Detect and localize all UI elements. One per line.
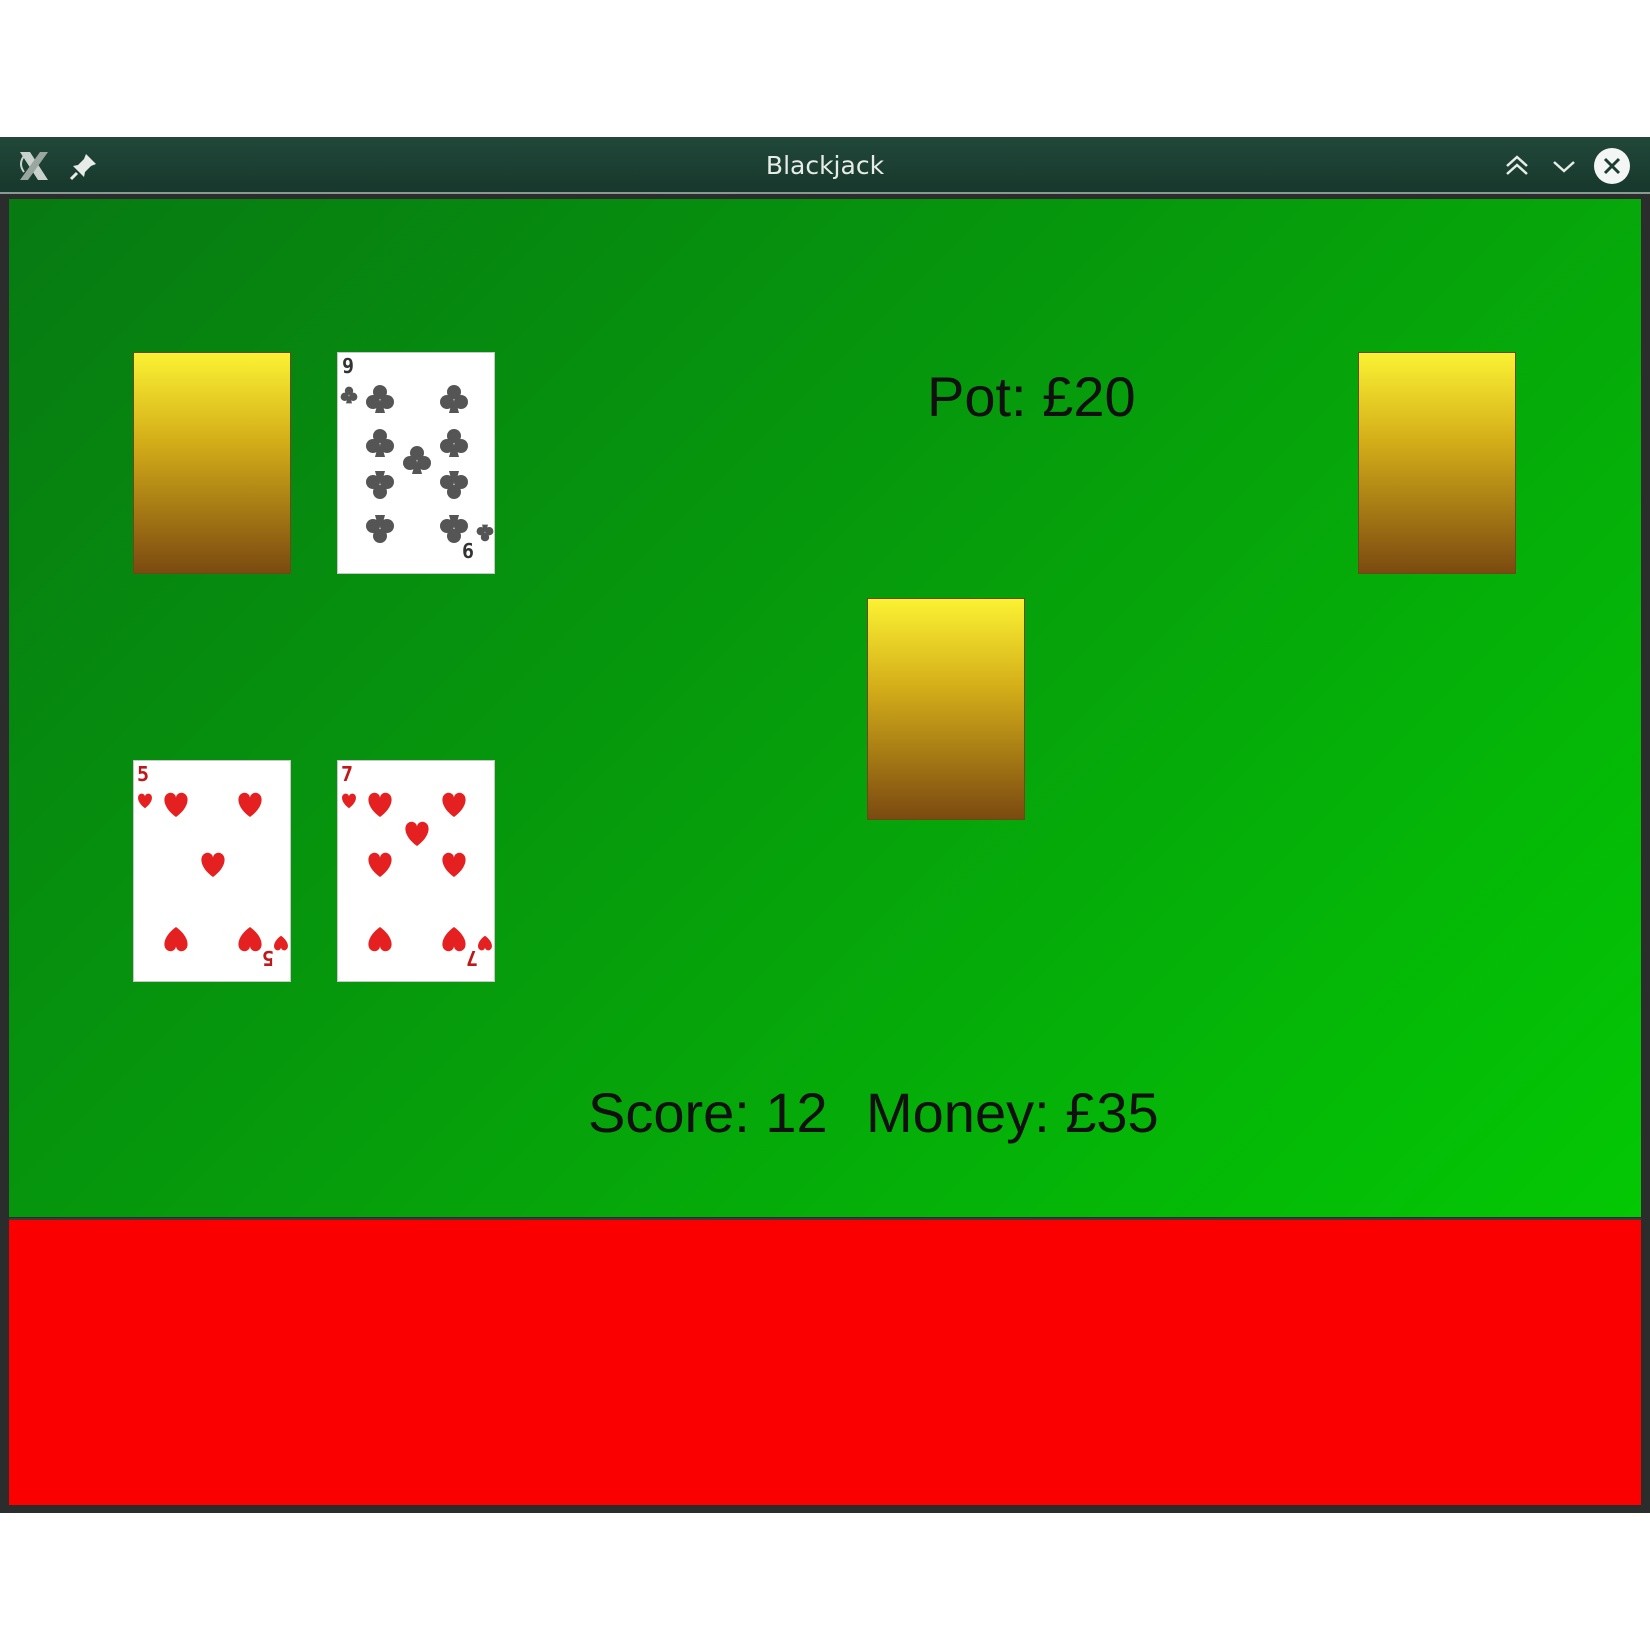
svg-text:5: 5: [262, 946, 274, 970]
felt-table: 9 9 Pot: £20 5 5 7 7 Score: 12 Money: £3…: [9, 199, 1641, 1217]
face-down-card-right: [1358, 352, 1516, 574]
pot-label: Pot: £20: [927, 365, 1136, 428]
svg-text:9: 9: [462, 538, 474, 562]
svg-text:9: 9: [342, 354, 354, 378]
dealer-card-9-clubs: 9 9: [337, 352, 495, 574]
nine-of-clubs-face: 9 9: [340, 354, 494, 562]
titlebar: Blackjack: [0, 137, 1650, 194]
player-card-5-hearts: 5 5: [133, 760, 291, 982]
deck-card[interactable]: [867, 598, 1025, 820]
svg-text:5: 5: [137, 762, 149, 786]
game-window: Blackjack 9 9 Pot: £20 5 5 7 7 Score: 12…: [0, 137, 1650, 1513]
dealer-card-hidden: [133, 352, 291, 574]
five-of-hearts-face: 5 5: [137, 762, 288, 970]
money-label: Money: £35: [866, 1081, 1159, 1144]
svg-text:7: 7: [466, 946, 478, 970]
player-card-7-hearts: 7 7: [337, 760, 495, 982]
controls-panel[interactable]: [9, 1218, 1641, 1505]
chevron-down-icon[interactable]: [1544, 146, 1584, 186]
svg-text:7: 7: [341, 762, 353, 786]
window-title: Blackjack: [765, 151, 885, 180]
close-icon[interactable]: [1592, 146, 1632, 186]
seven-of-hearts-face: 7 7: [341, 762, 492, 970]
double-chevron-up-icon[interactable]: [1497, 146, 1537, 186]
score-label: Score: 12: [588, 1081, 828, 1144]
